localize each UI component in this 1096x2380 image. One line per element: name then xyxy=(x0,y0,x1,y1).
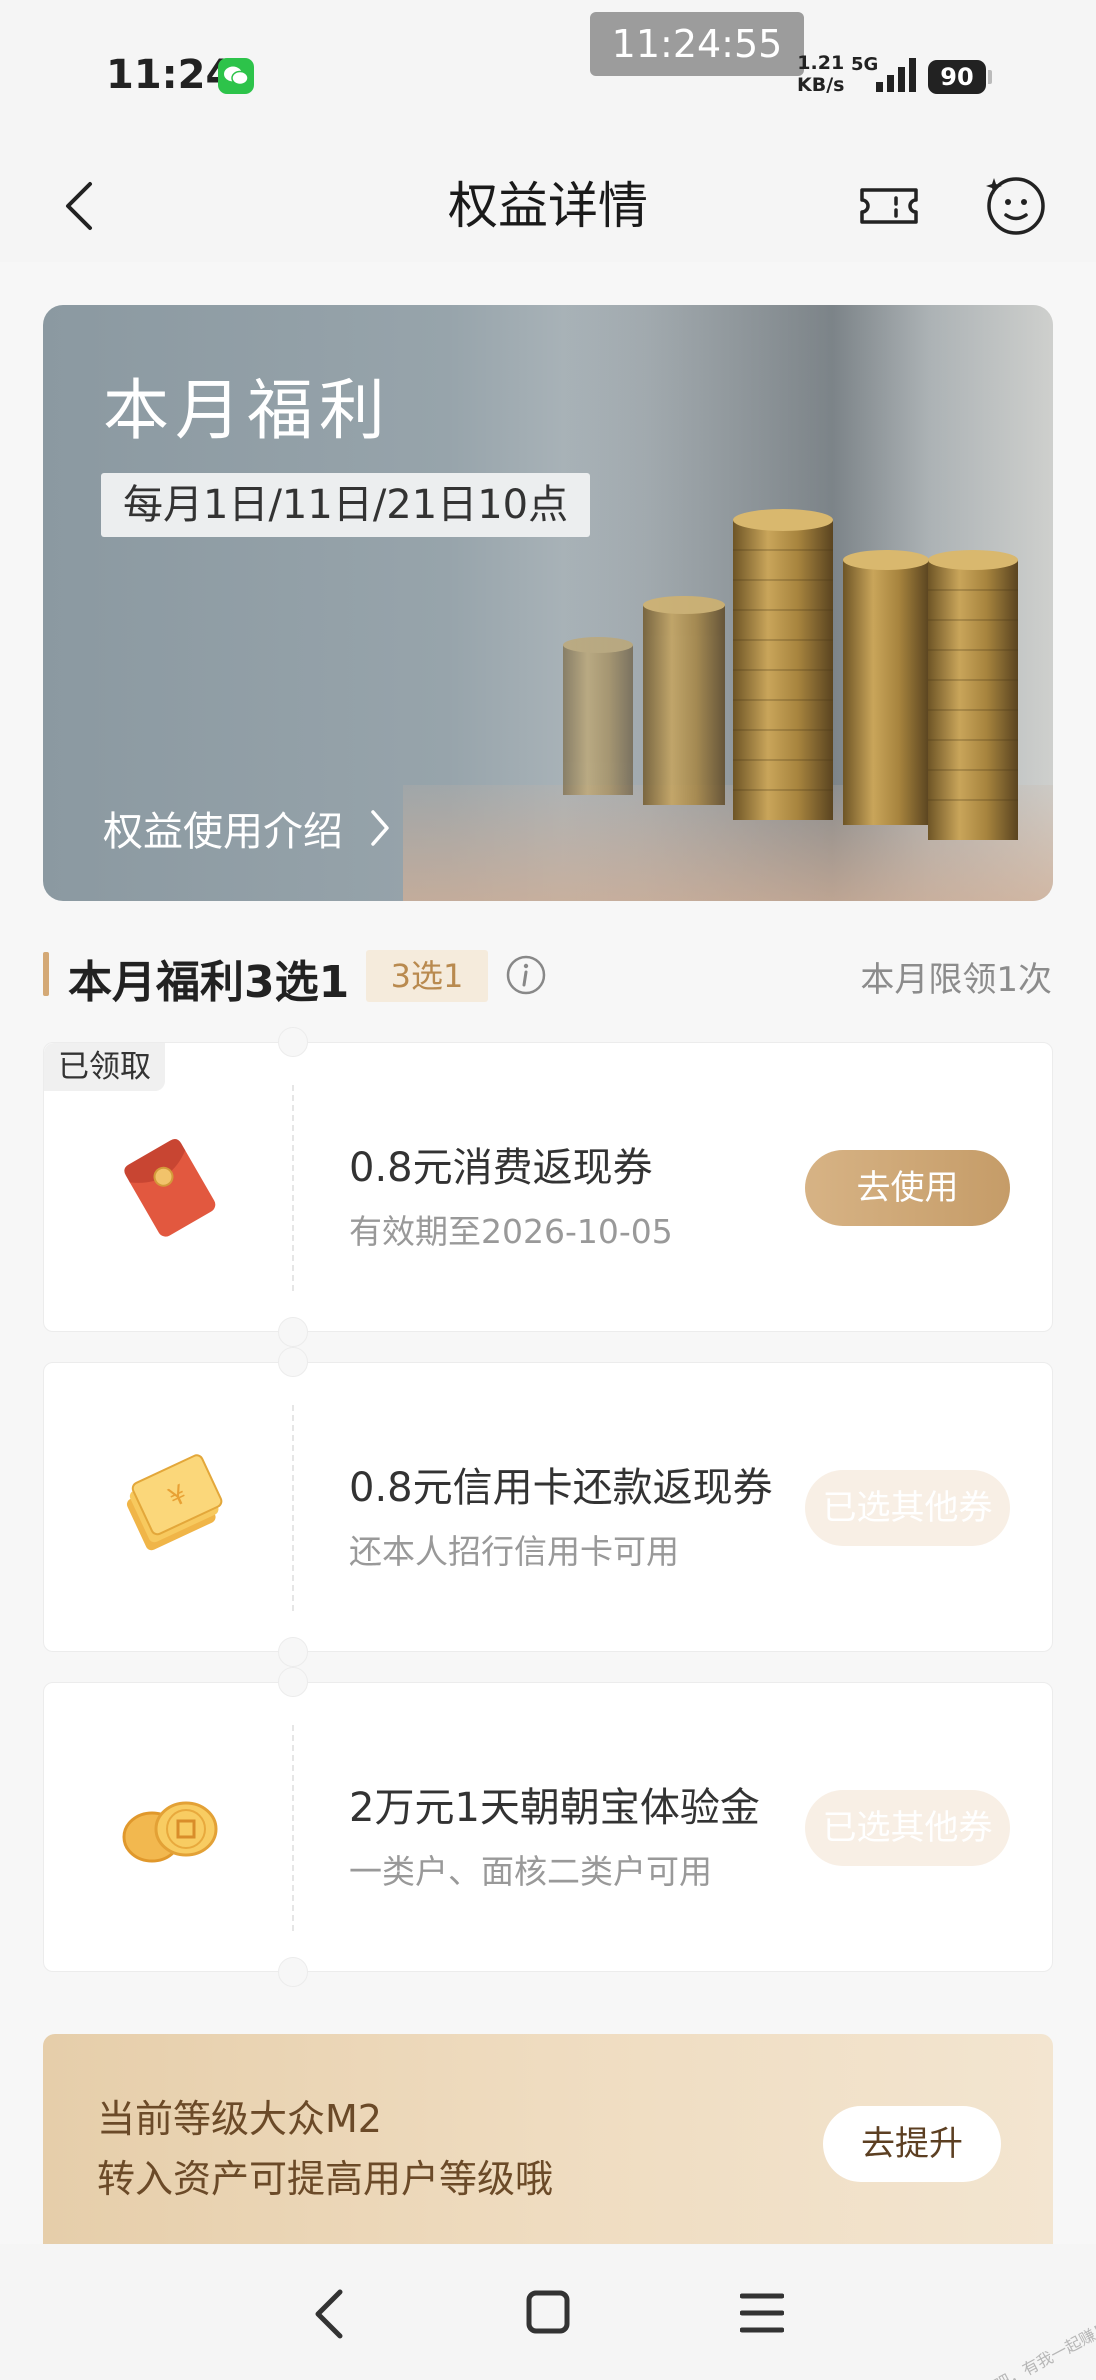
use-coupon-button[interactable]: 去使用 xyxy=(805,1150,1010,1226)
card-notch xyxy=(278,1317,308,1347)
upgrade-button[interactable]: 去提升 xyxy=(823,2106,1001,2182)
ticket-icon: ¥ xyxy=(126,1454,223,1551)
level-hint: 转入资产可提高用户等级哦 xyxy=(97,2157,554,2201)
section-accent-bar xyxy=(43,952,49,996)
benefit-intro-label: 权益使用介绍 xyxy=(103,809,343,855)
other-selected-button: 已选其他券 xyxy=(805,1790,1010,1866)
card-divider xyxy=(292,1085,294,1291)
customer-service-icon[interactable] xyxy=(980,164,1052,242)
choice-badge: 3选1 xyxy=(366,950,488,1002)
coupon-subtitle: 一类户、面核二类户可用 xyxy=(349,1852,712,1891)
card-notch xyxy=(278,1637,308,1667)
claimed-tag: 已领取 xyxy=(44,1043,165,1091)
status-time: 11:24 xyxy=(106,52,234,98)
chevron-right-icon xyxy=(371,810,389,846)
battery-icon: 90 xyxy=(928,60,986,94)
coupon-name: 0.8元消费返现券 xyxy=(349,1145,653,1191)
coupon-subtitle: 还本人招行信用卡可用 xyxy=(349,1532,679,1571)
banner-title: 本月福利 xyxy=(103,372,391,449)
nav-bar: 权益详情 xyxy=(0,150,1096,262)
coupon-subtitle: 有效期至2026-10-05 xyxy=(349,1212,673,1251)
red-envelope-icon xyxy=(124,1139,216,1237)
coupon-name: 2万元1天朝朝宝体验金 xyxy=(349,1785,760,1831)
system-back-icon[interactable] xyxy=(310,2286,350,2342)
battery-tip xyxy=(988,70,992,84)
coupon-card: ¥ 0.8元信用卡还款返现券 还本人招行信用卡可用 已选其他券 xyxy=(43,1347,1053,1667)
coupon-card: 已领取 0.8元消费返现券 有效期至2026-10-05 去使用 xyxy=(43,1027,1053,1347)
system-nav-bar xyxy=(0,2244,1096,2380)
card-notch xyxy=(278,1957,308,1987)
network-speed-value: 1.21 xyxy=(797,52,845,74)
card-notch xyxy=(278,1347,308,1377)
card-notch xyxy=(278,1667,308,1697)
claim-limit-note: 本月限领1次 xyxy=(860,960,1052,1000)
section-title: 本月福利3选1 xyxy=(68,957,350,1008)
coins-icon xyxy=(122,1801,218,1863)
card-divider xyxy=(292,1405,294,1611)
coupon-name: 0.8元信用卡还款返现券 xyxy=(349,1465,773,1511)
signal-icon xyxy=(876,58,916,92)
other-selected-button: 已选其他券 xyxy=(805,1470,1010,1546)
coupon-card: 2万元1天朝朝宝体验金 一类户、面核二类户可用 已选其他券 xyxy=(43,1667,1053,1987)
system-home-icon[interactable] xyxy=(526,2290,570,2334)
ticket-icon[interactable] xyxy=(856,172,922,238)
network-speed: 1.21 KB/s xyxy=(797,52,844,96)
benefit-intro-link[interactable]: 权益使用介绍 xyxy=(103,799,391,857)
card-notch xyxy=(278,1027,308,1057)
status-bar: 11:24 11:24:55 1.21 KB/s 5G 90 xyxy=(0,0,1096,150)
user-level-card: 当前等级大众M2 转入资产可提高用户等级哦 去提升 xyxy=(43,2034,1053,2244)
network-speed-unit: KB/s xyxy=(797,74,845,96)
network-type: 5G xyxy=(851,54,879,75)
info-icon[interactable] xyxy=(505,954,547,996)
wechat-notification-icon xyxy=(218,58,254,94)
card-divider xyxy=(292,1725,294,1931)
banner-schedule: 每月1日/11日/21日10点 xyxy=(101,473,591,537)
page-title: 权益详情 xyxy=(448,177,648,235)
clock-overlay: 11:24:55 xyxy=(590,12,804,76)
monthly-benefit-banner: 本月福利 每月1日/11日/21日10点 权益使用介绍 xyxy=(43,305,1053,901)
system-menu-icon[interactable] xyxy=(740,2292,784,2334)
current-level: 当前等级大众M2 xyxy=(97,2097,382,2141)
